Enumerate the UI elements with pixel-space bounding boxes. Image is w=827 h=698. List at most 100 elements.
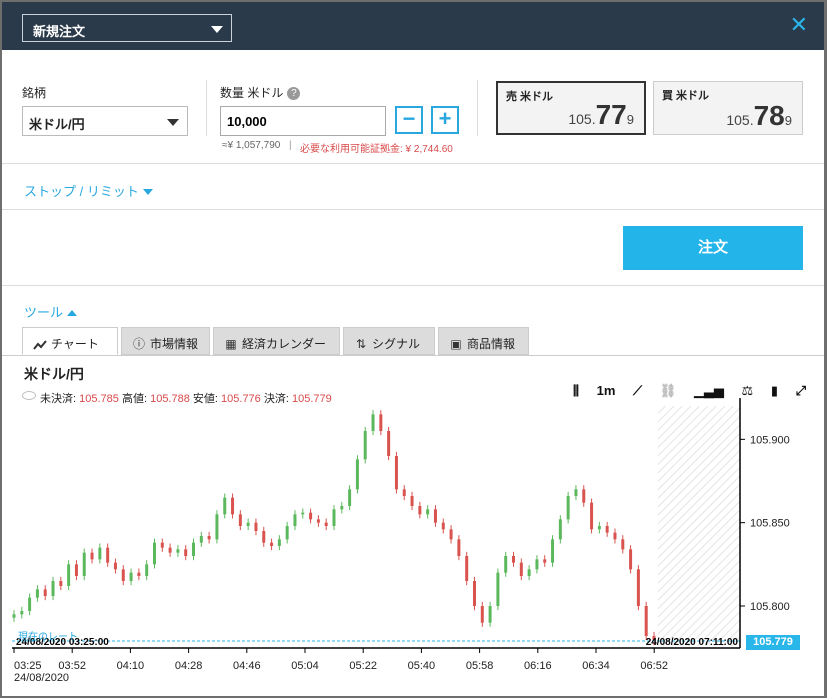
candle-body xyxy=(90,552,94,560)
tab-economic-calendar[interactable]: ▦ 経済カレンダー xyxy=(213,327,340,355)
candle-body xyxy=(262,531,266,543)
tools-section: ツール チャート ⓘ 市場情報 ▦ 経済カレンダー ⇅ シグナル ▣ 商品情報 米 xyxy=(2,286,824,696)
candle-body xyxy=(582,489,586,503)
quantity-minus-button[interactable]: − xyxy=(395,106,423,134)
divider xyxy=(206,80,207,136)
candle-body xyxy=(332,509,336,526)
tab-label: チャート xyxy=(51,337,99,351)
candle-body xyxy=(504,556,508,573)
candle-body xyxy=(145,564,149,576)
candle-body xyxy=(480,606,484,623)
tab-product-info[interactable]: ▣ 商品情報 xyxy=(438,327,529,355)
new-order-dialog: 新規注文 ✕ 銘柄 米ドル/円 数量 米ドル? − + ≈¥ 1,057,790… xyxy=(2,2,824,696)
candle-body xyxy=(160,542,164,548)
place-order-button[interactable]: 注文 xyxy=(623,226,803,270)
close-icon[interactable]: ✕ xyxy=(790,14,808,36)
candle-body xyxy=(629,549,633,570)
candle-body xyxy=(43,589,47,596)
quantity-plus-button[interactable]: + xyxy=(431,106,459,134)
help-icon[interactable]: ? xyxy=(287,87,301,101)
candle-body xyxy=(285,526,289,540)
caret-up-icon xyxy=(67,309,78,316)
candle-body xyxy=(426,509,430,515)
tab-label: 市場情報 xyxy=(150,337,199,351)
x-tick-label: 05:22 xyxy=(349,660,377,672)
tab-market-info[interactable]: ⓘ 市場情報 xyxy=(121,327,210,355)
candle-body xyxy=(574,489,578,496)
line-chart-icon xyxy=(33,337,47,351)
x-start-date: 24/08/2020 xyxy=(14,672,69,684)
price-chart[interactable]: 105.800 105.850 105.900 03:25 03:52 04:10 04:2… xyxy=(2,356,824,696)
candle-body xyxy=(59,581,63,586)
current-rate-badge: 105.779 xyxy=(746,635,800,650)
x-tick-label: 05:04 xyxy=(291,660,319,672)
current-rate-label: 現在のレート xyxy=(18,632,78,643)
quantity-input[interactable] xyxy=(220,106,386,136)
tab-chart[interactable]: チャート xyxy=(22,327,118,355)
candle-body xyxy=(215,514,219,540)
candle-body xyxy=(527,569,531,576)
x-tick-label: 05:58 xyxy=(466,660,494,672)
candle-body xyxy=(238,514,242,526)
y-tick-label: 105.850 xyxy=(750,518,790,530)
sell-label: 売 米ドル xyxy=(506,91,554,103)
tools-label: ツール xyxy=(24,305,64,320)
caret-down-icon xyxy=(142,188,153,195)
candle-body xyxy=(621,539,625,550)
symbol-select[interactable]: 米ドル/円 xyxy=(22,106,188,136)
candle-body xyxy=(379,414,383,431)
quantity-label-text: 数量 米ドル xyxy=(220,86,284,100)
candle-body xyxy=(152,542,156,565)
candle-body xyxy=(82,552,86,576)
tab-signal[interactable]: ⇅ シグナル xyxy=(343,327,435,355)
candle-body xyxy=(199,536,203,543)
candle-body xyxy=(293,514,297,526)
buy-label: 買 米ドル xyxy=(662,90,710,102)
candle-body xyxy=(402,489,406,496)
stop-limit-toggle[interactable]: ストップ / リミット xyxy=(24,181,153,201)
candle-body xyxy=(340,506,344,510)
candle-body xyxy=(184,549,188,556)
candle-body xyxy=(449,529,453,540)
x-tick-label: 04:28 xyxy=(175,660,203,672)
candle-body xyxy=(67,564,71,586)
buy-price-main: 78 xyxy=(753,100,785,131)
candle-body xyxy=(636,569,640,606)
candle-body xyxy=(20,611,24,615)
candle-body xyxy=(535,559,539,570)
chart-panel: 米ドル/円 未決済: 105.785 高値: 105.788 安値: 105.7… xyxy=(2,356,824,696)
x-tick-label: 05:40 xyxy=(408,660,436,672)
x-tick-label: 04:10 xyxy=(117,660,145,672)
candle-body xyxy=(597,526,601,530)
candle-body xyxy=(394,456,398,490)
chevron-down-icon xyxy=(211,26,223,33)
x-tick-label: 06:52 xyxy=(640,660,668,672)
candle-body xyxy=(176,549,180,553)
candle-body xyxy=(51,581,55,596)
tools-toggle[interactable]: ツール xyxy=(24,302,78,322)
candle-body xyxy=(98,547,102,560)
order-type-select[interactable]: 新規注文 xyxy=(22,14,232,42)
candle-body xyxy=(121,569,125,581)
symbol-value: 米ドル/円 xyxy=(29,117,85,132)
dialog-header: 新規注文 ✕ xyxy=(2,2,824,50)
candle-body xyxy=(28,597,32,611)
candle-body xyxy=(519,562,523,576)
candle-body xyxy=(605,526,609,533)
info-icon: ⓘ xyxy=(132,337,145,351)
candle-body xyxy=(137,572,141,576)
buy-price-button[interactable]: 買 米ドル 105.789 xyxy=(653,81,803,135)
candle-body xyxy=(410,496,414,506)
candle-body xyxy=(301,512,305,515)
candle-body xyxy=(566,496,570,520)
sell-price-button[interactable]: 売 米ドル 105.779 xyxy=(496,81,646,135)
candle-body xyxy=(644,606,648,636)
candle-body xyxy=(543,559,547,563)
candle-body xyxy=(348,489,352,506)
x-tick-label: 06:16 xyxy=(524,660,552,672)
product-info-icon: ▣ xyxy=(450,337,462,351)
x-tick-label: 03:25 xyxy=(14,660,42,672)
candle-body xyxy=(113,562,117,570)
candle-body xyxy=(324,522,328,526)
candle-body xyxy=(12,614,16,618)
